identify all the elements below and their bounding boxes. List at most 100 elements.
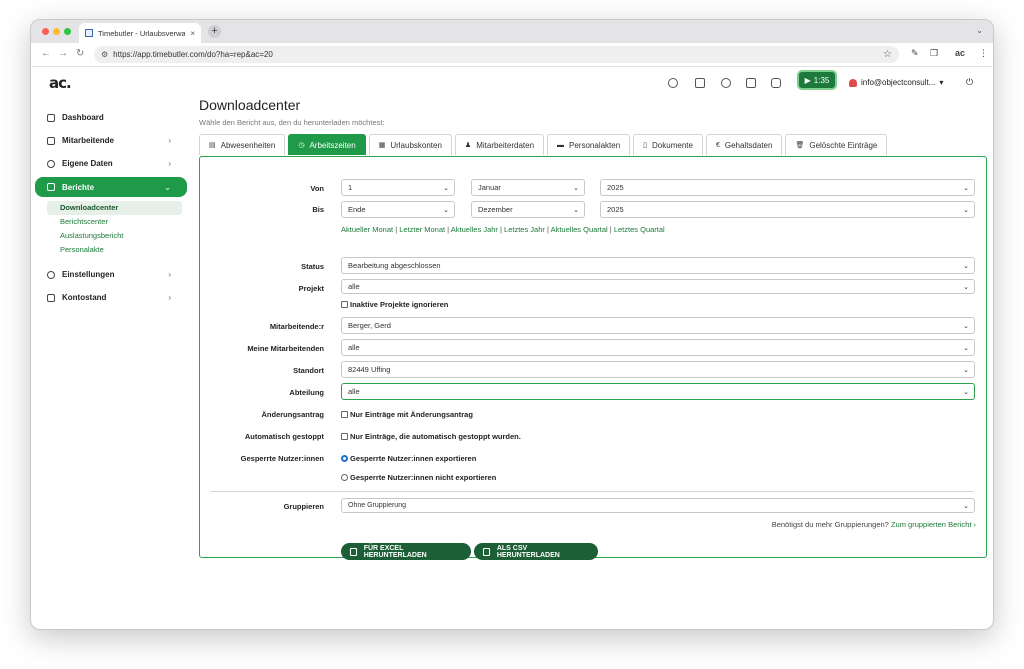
- bis-label: Bis: [312, 205, 324, 214]
- chevron-right-icon: ›: [168, 136, 171, 145]
- gesperrte-no-export-radio[interactable]: [341, 474, 348, 481]
- user-email: info@objectconsult...: [861, 78, 936, 87]
- site-settings-icon[interactable]: ⚙: [101, 50, 108, 59]
- pen-icon[interactable]: ✎: [911, 48, 919, 59]
- projekt-select[interactable]: alle ⌄: [341, 279, 975, 294]
- download-csv-button[interactable]: ALS CSV HERUNTERLADEN: [474, 543, 598, 560]
- sidebar-item-eigene-daten[interactable]: Eigene Daten ›: [35, 152, 187, 175]
- sidebar-item-kontostand[interactable]: Kontostand ›: [35, 286, 187, 309]
- button-label: FÜR EXCEL HERUNTERLADEN: [363, 544, 427, 559]
- von-day-select[interactable]: 1 ⌄: [341, 179, 455, 196]
- von-year-select[interactable]: 2025 ⌄: [600, 179, 975, 196]
- tab-geloeschte-eintraege[interactable]: 🗑 Gelöschte Einträge: [785, 134, 888, 155]
- link-letztes-quartal[interactable]: Letztes Quartal: [614, 225, 665, 234]
- reload-icon[interactable]: ↻: [76, 48, 84, 59]
- sidebar-item-dashboard[interactable]: Dashboard: [35, 106, 187, 129]
- abteilung-select[interactable]: alle ⌄: [341, 383, 975, 400]
- clock-icon: ◷: [298, 142, 305, 149]
- form-divider: [210, 491, 974, 492]
- gear-icon: [47, 270, 55, 279]
- tab-personalakten[interactable]: ▬ Personalakten: [547, 134, 631, 155]
- aenderungsantrag-checkbox[interactable]: [341, 411, 348, 418]
- auto-gestoppt-checkbox[interactable]: [341, 433, 348, 440]
- tab-abwesenheiten[interactable]: ▤ Abwesenheiten: [199, 134, 286, 155]
- link-aktueller-monat[interactable]: Aktueller Monat: [341, 225, 393, 234]
- checkbox-label: Nur Einträge mit Änderungsantrag: [350, 410, 473, 419]
- bis-month-select[interactable]: Dezember ⌄: [471, 201, 585, 218]
- profile-ac-icon[interactable]: ac: [955, 48, 965, 58]
- close-window-button[interactable]: [42, 28, 49, 35]
- shield-icon[interactable]: [695, 78, 705, 88]
- inactive-projects-checkbox[interactable]: [341, 301, 348, 308]
- select-value: alle: [348, 343, 360, 352]
- browser-tab[interactable]: Timebutler - Urlaubsverwaltu ×: [79, 23, 201, 43]
- tab-arbeitszeiten[interactable]: ◷ Arbeitszeiten: [288, 134, 366, 155]
- standort-label: Standort: [293, 366, 324, 375]
- download-excel-button[interactable]: FÜR EXCEL HERUNTERLADEN: [341, 543, 471, 560]
- submenu-personalakte[interactable]: Personalakte: [47, 243, 187, 257]
- gruppieren-select[interactable]: Ohne Gruppierung ⌄: [341, 498, 975, 513]
- globe-icon[interactable]: [721, 78, 731, 88]
- gesperrte-no-export-radio-row[interactable]: Gesperrte Nutzer:innen nicht exportieren: [341, 473, 496, 482]
- link-aktuelles-jahr[interactable]: Aktuelles Jahr: [451, 225, 498, 234]
- user-menu[interactable]: info@objectconsult... ▾: [849, 78, 943, 87]
- bis-day-select[interactable]: Ende ⌄: [341, 201, 455, 218]
- auto-gestoppt-checkbox-row[interactable]: Nur Einträge, die automatisch gestoppt w…: [341, 432, 521, 441]
- meine-mitarbeitenden-select[interactable]: alle ⌄: [341, 339, 975, 356]
- aenderungsantrag-checkbox-row[interactable]: Nur Einträge mit Änderungsantrag: [341, 410, 473, 419]
- von-month-select[interactable]: Januar ⌄: [471, 179, 585, 196]
- new-tab-button[interactable]: +: [208, 25, 221, 38]
- projekt-label: Projekt: [298, 284, 324, 293]
- link-letztes-jahr[interactable]: Letztes Jahr: [504, 225, 545, 234]
- link-aktuelles-quartal[interactable]: Aktuelles Quartal: [551, 225, 608, 234]
- sidebar-item-einstellungen[interactable]: Einstellungen ›: [35, 263, 187, 286]
- support-icon[interactable]: [668, 78, 678, 88]
- grouped-report-link[interactable]: Zum gruppierten Bericht ›: [891, 520, 976, 529]
- user-icon: [849, 78, 857, 87]
- mitarbeitende-select[interactable]: Berger, Gerd ⌄: [341, 317, 975, 334]
- submenu-auslastungsbericht[interactable]: Auslastungsbericht: [47, 229, 187, 243]
- browser-window: Timebutler - Urlaubsverwaltu × + ⌄ ← → ↻…: [30, 19, 994, 630]
- minimize-window-button[interactable]: [53, 28, 60, 35]
- inactive-projects-checkbox-row[interactable]: Inaktive Projekte ignorieren: [341, 300, 448, 309]
- submenu-berichtscenter[interactable]: Berichtscenter: [47, 215, 187, 229]
- back-arrow-icon[interactable]: ←: [41, 48, 51, 59]
- chevron-down-icon: ⌄: [963, 366, 969, 374]
- gesperrte-export-radio[interactable]: [341, 455, 348, 462]
- tab-list-chevron-icon[interactable]: ⌄: [976, 26, 983, 35]
- select-value: 1: [348, 183, 353, 192]
- maximize-window-button[interactable]: [64, 28, 71, 35]
- auto-gestoppt-label: Automatisch gestoppt: [244, 432, 324, 441]
- browser-tabbar: Timebutler - Urlaubsverwaltu × + ⌄: [31, 20, 993, 43]
- power-icon[interactable]: ⏻: [966, 77, 973, 88]
- close-tab-icon[interactable]: ×: [190, 29, 195, 38]
- tab-label: Personalakten: [569, 140, 621, 150]
- sidebar-item-mitarbeitende[interactable]: Mitarbeitende ›: [35, 129, 187, 152]
- submenu-downloadcenter[interactable]: Downloadcenter: [47, 201, 182, 215]
- extensions-icon[interactable]: ❒: [930, 48, 938, 59]
- report-form-panel: Von 1 ⌄ Januar ⌄ 2025 ⌄ Bis Ende ⌄ Dezember ⌄…: [199, 156, 987, 560]
- chevron-down-icon: ⌄: [963, 262, 969, 270]
- tab-mitarbeiterdaten[interactable]: ♟ Mitarbeiterdaten: [454, 134, 545, 155]
- kebab-menu-icon[interactable]: ⋮: [979, 48, 988, 59]
- address-bar[interactable]: ⚙ https://app.timebutler.com/do?ha=rep&a…: [94, 46, 899, 63]
- inbox-icon[interactable]: [771, 78, 781, 88]
- tab-dokumente[interactable]: ▯ Dokumente: [633, 134, 703, 155]
- sidebar-item-berichte[interactable]: Berichte ⌄: [35, 177, 187, 197]
- report-tabs: ▤ Abwesenheiten ◷ Arbeitszeiten ▦ Urlaubsko…: [199, 134, 888, 155]
- calendar-icon[interactable]: [746, 78, 756, 88]
- tab-gehaltsdaten[interactable]: € Gehaltsdaten: [705, 134, 783, 155]
- timer-button[interactable]: ▶ 1:35: [797, 70, 837, 90]
- app-logo[interactable]: ac.: [49, 74, 72, 92]
- tab-urlaubskonten[interactable]: ▦ Urlaubskonten: [368, 134, 452, 155]
- wallet-icon: [47, 293, 55, 302]
- table-icon: ▦: [378, 142, 386, 149]
- forward-arrow-icon[interactable]: →: [58, 48, 68, 59]
- status-select[interactable]: Bearbeitung abgeschlossen ⌄: [341, 257, 975, 274]
- bis-year-select[interactable]: 2025 ⌄: [600, 201, 975, 218]
- gesperrte-export-radio-row[interactable]: Gesperrte Nutzer:innen exportieren: [341, 454, 476, 463]
- bookmark-star-icon[interactable]: ☆: [883, 49, 892, 60]
- link-letzter-monat[interactable]: Letzter Monat: [399, 225, 445, 234]
- timebutler-favicon-icon: [85, 29, 93, 37]
- standort-select[interactable]: 82449 Uffing ⌄: [341, 361, 975, 378]
